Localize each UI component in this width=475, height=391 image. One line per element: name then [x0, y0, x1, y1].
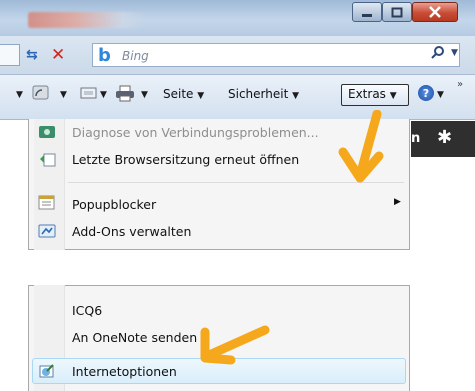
seite-menu[interactable]: Seite ▼: [163, 87, 204, 101]
mail-icon[interactable]: [80, 85, 98, 104]
seite-label: Seite: [163, 87, 194, 101]
gear-icon[interactable]: ✱: [437, 127, 452, 148]
help-icon[interactable]: ?: [418, 85, 434, 101]
feeds-dropdown-icon[interactable]: ▼: [60, 90, 67, 100]
close-button[interactable]: [412, 2, 458, 22]
print-dropdown-icon[interactable]: ▼: [141, 90, 148, 100]
arrow-pointer-icon: [338, 110, 384, 183]
submenu-arrow-icon: ▶: [394, 197, 401, 207]
addons-icon: [38, 223, 56, 239]
arrow-pointer-icon: [200, 325, 270, 365]
print-icon[interactable]: [115, 85, 135, 105]
more-chevron-icon[interactable]: »: [457, 79, 463, 90]
sicherheit-menu[interactable]: Sicherheit ▼: [228, 87, 299, 101]
minimize-icon: [362, 14, 372, 17]
extras-label: Extras: [348, 87, 386, 101]
page-strip-text: n: [411, 131, 421, 146]
address-bar-end[interactable]: [0, 44, 20, 66]
popupblocker-icon: [38, 195, 56, 211]
bing-icon: b: [98, 45, 111, 66]
menu-item-reopen-session[interactable]: Letzte Browsersitzung erneut öffnen: [72, 152, 299, 167]
diagnose-icon: [38, 124, 56, 140]
maximize-icon: [391, 7, 403, 17]
help-dropdown-icon[interactable]: ▼: [437, 90, 444, 100]
home-dropdown-icon[interactable]: ▼: [16, 90, 23, 100]
menu-item-popupblocker[interactable]: Popupblocker: [72, 197, 156, 212]
close-icon: [429, 6, 441, 18]
stop-icon[interactable]: ✕: [51, 45, 65, 65]
maximize-button[interactable]: [382, 2, 412, 22]
menu-item-onenote[interactable]: An OneNote senden: [72, 330, 197, 345]
search-icon[interactable]: [431, 45, 445, 63]
internet-options-icon: [38, 363, 56, 379]
menu-item-icq6[interactable]: ICQ6: [72, 303, 102, 318]
extras-menu[interactable]: Extras ▼: [348, 87, 397, 101]
menu-item-addons[interactable]: Add-Ons verwalten: [72, 224, 191, 239]
blurred-tab: [28, 12, 146, 28]
minimize-button[interactable]: [352, 2, 382, 22]
mail-dropdown-icon[interactable]: ▼: [100, 90, 107, 100]
refresh-icon[interactable]: ⇆: [26, 47, 38, 63]
search-placeholder: Bing: [122, 49, 149, 63]
reopen-session-icon: [38, 151, 56, 167]
seite-dropdown-icon: ▼: [197, 91, 205, 101]
feeds-icon[interactable]: [32, 85, 50, 104]
menu-item-internet-options[interactable]: Internetoptionen: [72, 364, 177, 379]
extras-dropdown-icon: ▼: [389, 91, 397, 101]
sicherheit-label: Sicherheit: [228, 87, 289, 101]
search-dropdown-icon[interactable]: ▼: [451, 48, 458, 58]
sicherheit-dropdown-icon: ▼: [292, 91, 300, 101]
menu-item-diagnose[interactable]: Diagnose von Verbindungsproblemen...: [72, 125, 319, 140]
